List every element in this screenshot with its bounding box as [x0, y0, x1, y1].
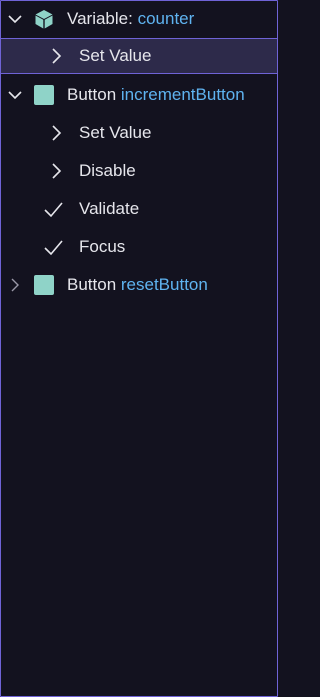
tree-node-label: Button incrementButton [67, 85, 245, 105]
tree-node-button-resetButton[interactable]: Button resetButton [1, 267, 277, 303]
tree-node-label: Button resetButton [67, 275, 208, 295]
chevron-right-icon[interactable] [5, 275, 25, 295]
tree-item-label: Disable [79, 161, 136, 180]
tree-item-set-value[interactable]: Set Value [1, 38, 277, 74]
tree-item-label: Set Value [79, 123, 152, 142]
node-identifier: counter [137, 9, 195, 28]
node-kind: Button [67, 85, 117, 104]
outline-tree-panel: Variable: counter Set Value Button incre… [0, 0, 278, 697]
chevron-right-icon[interactable] [46, 46, 66, 66]
check-icon [43, 199, 63, 219]
node-kind: Button [67, 275, 117, 294]
chevron-right-icon[interactable] [46, 161, 66, 181]
tree-item-set-value[interactable]: Set Value [1, 115, 277, 151]
tree-item-validate[interactable]: Validate [1, 191, 277, 227]
node-kind: Variable: [67, 9, 133, 28]
node-identifier: incrementButton [120, 85, 245, 104]
tree-item-label: Set Value [79, 46, 152, 65]
node-identifier: resetButton [120, 275, 208, 294]
tree-node-variable-counter[interactable]: Variable: counter [1, 1, 277, 37]
tree-item-focus[interactable]: Focus [1, 229, 277, 265]
tree-item-label: Focus [79, 237, 126, 256]
chevron-down-icon[interactable] [5, 85, 25, 105]
tree-node-button-incrementButton[interactable]: Button incrementButton [1, 77, 277, 113]
square-icon [34, 85, 54, 105]
tree-item-label: Validate [79, 199, 140, 218]
check-icon [43, 237, 63, 257]
tree-item-disable[interactable]: Disable [1, 153, 277, 189]
square-icon [34, 275, 54, 295]
chevron-right-icon[interactable] [46, 123, 66, 143]
cube-icon [34, 9, 54, 29]
tree-node-label: Variable: counter [67, 9, 194, 29]
chevron-down-icon[interactable] [5, 9, 25, 29]
